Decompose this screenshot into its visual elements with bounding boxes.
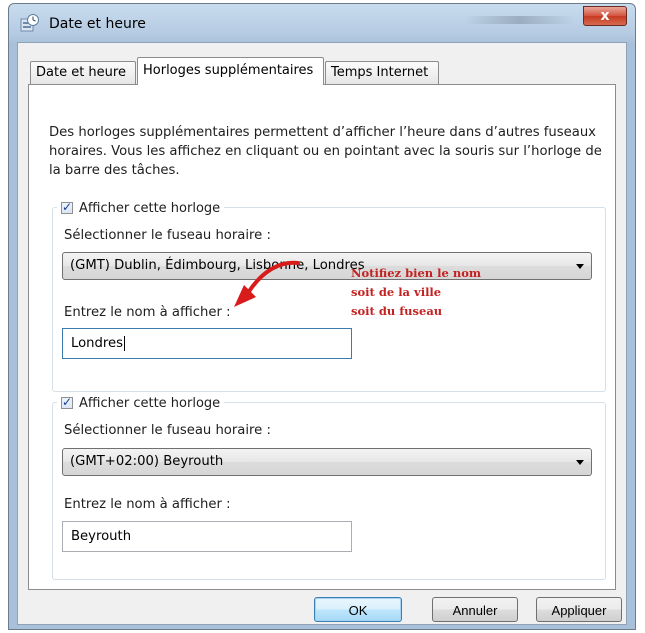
clock-2-checkbox-row[interactable]: Afficher cette horloge (57, 394, 225, 412)
annotation-line: soit de la ville (351, 285, 442, 299)
ok-button[interactable]: OK (314, 597, 402, 622)
clock-1-name-value: Londres (71, 336, 124, 351)
cancel-button[interactable]: Annuler (432, 597, 518, 622)
title-bar-blur (464, 16, 574, 24)
clock-2-name-input[interactable]: Beyrouth (62, 521, 352, 552)
annotation-line: soit du fuseau (351, 304, 443, 318)
clock-1-name-label: Entrez le nom à afficher : (64, 305, 231, 320)
tab-label: Date et heure (36, 65, 126, 80)
clock-1-timezone-select[interactable]: (GMT) Dublin, Édimbourg, Lisbonne, Londr… (62, 252, 592, 280)
dialog-window: Date et heure x Date et heure Horloges s… (8, 3, 636, 630)
dialog-client-area: Date et heure Horloges supplémentaires T… (17, 42, 627, 625)
intro-text: Des horloges supplémentaires permettent … (49, 125, 602, 178)
clock-1-name-input[interactable]: Londres (62, 328, 352, 359)
tab-label: Temps Internet (331, 65, 429, 80)
tab-horloges-supplementaires[interactable]: Horloges supplémentaires (137, 57, 324, 85)
dropdown-arrow-icon (576, 460, 584, 465)
clock-1-timezone-value: (GMT) Dublin, Édimbourg, Lisbonne, Londr… (70, 258, 365, 273)
clock-1-checkbox-row[interactable]: Afficher cette horloge (57, 199, 225, 217)
clock-2-checkbox-label: Afficher cette horloge (79, 395, 221, 411)
close-button[interactable]: x (583, 6, 627, 26)
clock-2-timezone-value: (GMT+02:00) Beyrouth (70, 454, 224, 469)
text-caret (124, 335, 126, 351)
clock-icon (20, 14, 39, 32)
tab-label: Horloges supplémentaires (143, 63, 314, 78)
clock-1-checkbox-label: Afficher cette horloge (79, 200, 221, 216)
clock-2-timezone-label: Sélectionner le fuseau horaire : (64, 423, 271, 438)
clock-1-checkbox[interactable] (61, 200, 73, 214)
window-title: Date et heure (49, 16, 146, 32)
tab-panel: Des horloges supplémentaires permettent … (28, 84, 616, 590)
title-bar[interactable]: Date et heure x (9, 4, 635, 42)
clock-2-name-label: Entrez le nom à afficher : (64, 497, 231, 512)
annotation-arrow-icon (234, 260, 300, 307)
annotation-note: Notifiez bien le nom soit de la ville so… (351, 264, 481, 321)
tab-temps-internet[interactable]: Temps Internet (325, 61, 439, 84)
apply-button[interactable]: Appliquer (536, 597, 622, 622)
annotation-line: Notifiez bien le nom (351, 266, 482, 280)
clock-1-timezone-label: Sélectionner le fuseau horaire : (64, 228, 271, 243)
clock-2-timezone-select[interactable]: (GMT+02:00) Beyrouth (62, 448, 592, 476)
tab-date-et-heure[interactable]: Date et heure (30, 61, 136, 84)
clock-2-name-value: Beyrouth (71, 529, 132, 544)
clock-2-checkbox[interactable] (61, 395, 73, 409)
dropdown-arrow-icon (576, 264, 584, 269)
